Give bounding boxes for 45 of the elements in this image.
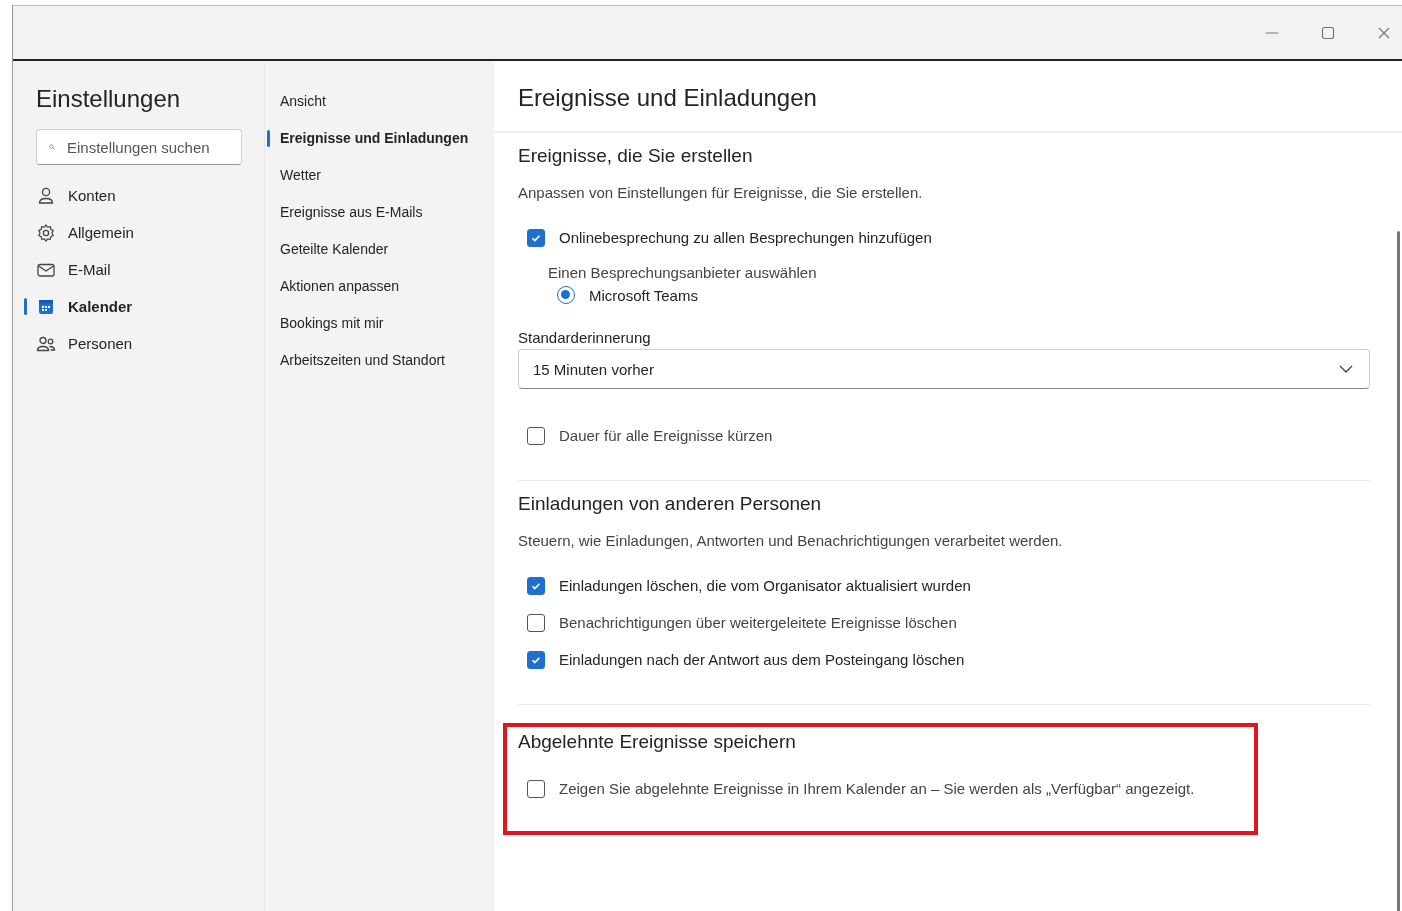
maximize-icon: [1321, 25, 1335, 40]
sidebar-item[interactable]: Kalender: [24, 288, 242, 325]
subnav-item[interactable]: Bookings mit mir: [267, 305, 494, 342]
section-description: Steuern, wie Einladungen, Antworten und Benachrichtigungen verarbeitet werden.: [518, 532, 1064, 549]
sidebar-item[interactable]: E-Mail: [24, 251, 242, 288]
search-input[interactable]: Einstellungen suchen: [65, 137, 229, 157]
checkbox-option[interactable]: Zeigen Sie abgelehnte Ereignisse in Ihrem Kalender an – Sie werden als „Verfügbar“ angezeigt.: [518, 770, 1243, 807]
reminder-dropdown[interactable]: 15 Minuten vorher: [518, 349, 1370, 389]
page-title: Ereignisse und Einladungen: [494, 61, 1402, 133]
subnav-item[interactable]: Wetter: [267, 157, 494, 194]
checkbox[interactable]: [527, 426, 545, 445]
scrollbar[interactable]: [1397, 231, 1400, 911]
sidebar-item[interactable]: Allgemein: [24, 214, 242, 251]
checkbox[interactable]: [527, 576, 545, 595]
settings-title: Einstellungen: [36, 85, 182, 113]
checkbox-option[interactable]: Benachrichtigungen über weitergeleitete Ereignisse löschen: [518, 604, 1370, 641]
subnav-item[interactable]: Ereignisse und Einladungen: [267, 120, 494, 157]
subnav-item[interactable]: Ereignisse aus E-Mails: [267, 194, 494, 231]
section-description: Anpassen von Einstellungen für Ereignisse, die Sie erstellen.: [518, 184, 924, 201]
minimize-icon: [1266, 31, 1278, 34]
sidebar-item[interactable]: Konten: [24, 177, 242, 214]
radio-option[interactable]: Microsoft Teams: [518, 281, 1370, 309]
close-icon: [1377, 25, 1391, 40]
subnav-item[interactable]: Aktionen anpassen: [267, 268, 494, 305]
gear-icon: [36, 222, 56, 243]
dropdown-label: Standarderinnerung: [518, 329, 652, 346]
checkbox[interactable]: [527, 779, 545, 798]
checkbox[interactable]: [527, 650, 545, 669]
search-field[interactable]: Einstellungen suchen: [36, 129, 242, 165]
section-heading: Ereignisse, die Sie erstellen: [518, 145, 754, 167]
checkbox-option[interactable]: Onlinebesprechung zu allen Besprechungen hinzufügen: [518, 219, 1370, 256]
subnav-item[interactable]: Arbeitszeiten und Standort: [267, 342, 494, 379]
provider-label: Einen Besprechungsanbieter auswählen: [547, 264, 818, 281]
sidebar-item[interactable]: Personen: [24, 325, 242, 362]
checkbox-option[interactable]: Einladungen löschen, die vom Organisator aktualisiert wurden: [518, 567, 1370, 604]
subnav-item[interactable]: Geteilte Kalender: [267, 231, 494, 268]
person-icon: [36, 185, 56, 206]
checkbox-option[interactable]: Dauer für alle Ereignisse kürzen: [518, 417, 1370, 454]
chevron-down-icon: [1339, 365, 1353, 373]
checkbox[interactable]: [527, 228, 545, 247]
section-heading: Einladungen von anderen Personen: [518, 493, 823, 515]
section-heading: Abgelehnte Ereignisse speichern: [518, 731, 797, 753]
checkbox-option[interactable]: Einladungen nach der Antwort aus dem Posteingang löschen: [518, 641, 1370, 678]
checkbox[interactable]: [527, 613, 545, 632]
subnav-item[interactable]: Ansicht: [267, 83, 494, 120]
